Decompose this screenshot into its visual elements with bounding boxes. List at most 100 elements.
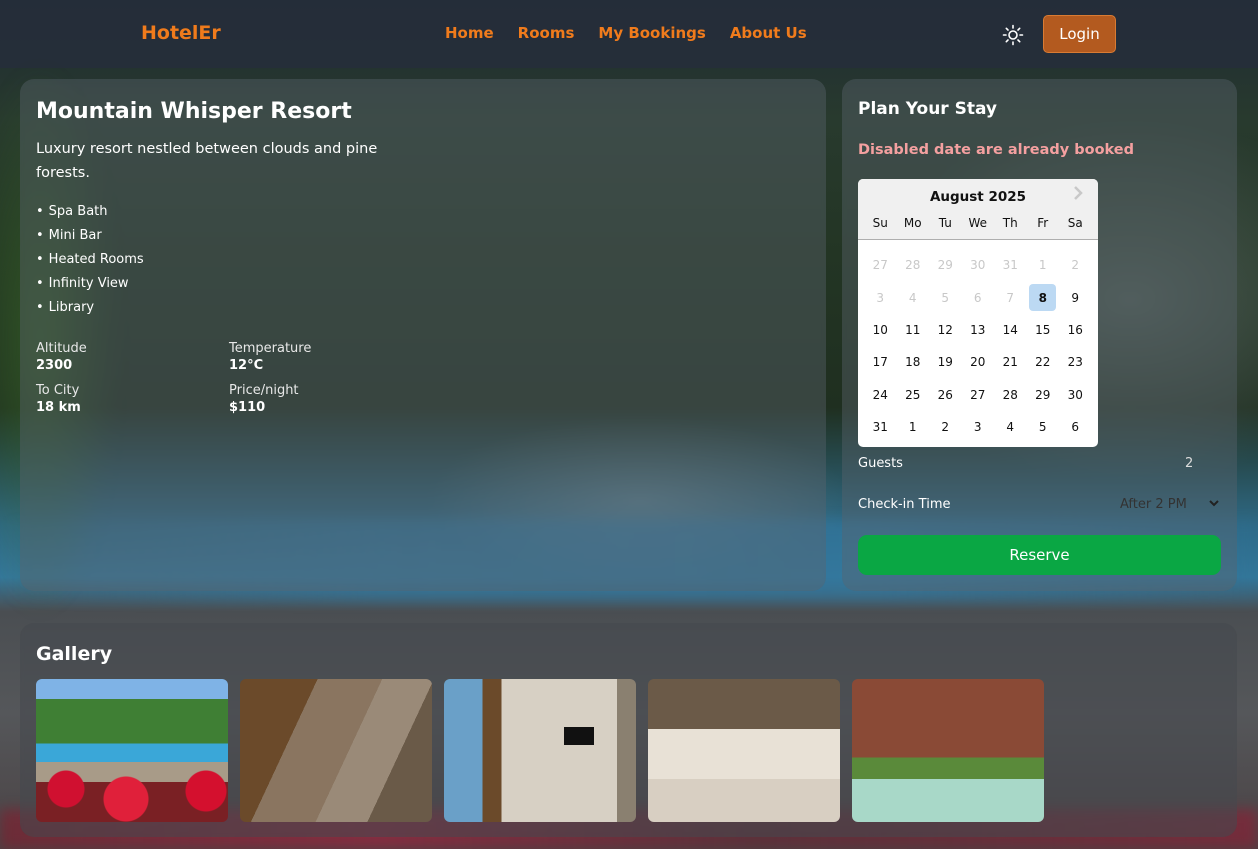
calendar-days: 27 28 29 30 31 1 2 3 4 5 6 7 8 9 10 11 1… [864, 249, 1092, 443]
calendar-day[interactable]: 10 [864, 314, 897, 346]
plan-your-stay-title: Plan Your Stay [858, 99, 998, 119]
resort-description: Luxury resort nestled between clouds and… [36, 141, 378, 181]
resort-stats: Altitude 2300 Temperature 12°C To City 1… [36, 340, 422, 416]
stat-label: To City [36, 383, 80, 398]
calendar-day[interactable]: 5 [1027, 411, 1060, 443]
calendar-day[interactable]: 27 [962, 379, 995, 411]
gallery-image-terrace[interactable] [852, 679, 1044, 822]
calendar-header: August 2025 Su Mo Tu We Th Fr Sa [858, 179, 1098, 240]
calendar-day[interactable]: 3 [962, 411, 995, 443]
calendar-day-number: 8 [1038, 290, 1047, 305]
calendar-day[interactable]: 15 [1027, 314, 1060, 346]
amenity-item: Mini Bar [36, 224, 144, 248]
stat-label: Price/night [229, 383, 299, 398]
stat-altitude: Altitude 2300 [36, 340, 229, 374]
calendar-day-disabled: 31 [1002, 258, 1018, 273]
calendar-day[interactable]: 25 [897, 379, 930, 411]
calendar-day[interactable]: 30 [1059, 379, 1092, 411]
gallery-image-living-room[interactable] [444, 679, 636, 822]
calendar-day[interactable]: 1 [897, 411, 930, 443]
amenity-item: Infinity View [36, 272, 144, 296]
gallery-title: Gallery [36, 643, 113, 665]
calendar-day[interactable]: 23 [1059, 346, 1092, 378]
brand-logo[interactable]: HotelEr [141, 22, 221, 44]
guests-label: Guests [858, 456, 903, 471]
resort-title: Mountain Whisper Resort [36, 99, 352, 124]
calendar-day-disabled: 1 [1038, 258, 1047, 273]
calendar-day-disabled: 29 [937, 258, 953, 273]
calendar-day[interactable]: 24 [864, 379, 897, 411]
weekday-label: Fr [1037, 216, 1049, 230]
weekday-label: Sa [1067, 216, 1083, 230]
theme-toggle-sun-icon[interactable] [1002, 24, 1024, 46]
amenities-list: Spa Bath Mini Bar Heated Rooms Infinity … [36, 200, 144, 320]
stat-label: Temperature [229, 341, 312, 356]
stat-value: 18 km [36, 400, 81, 415]
calendar-day[interactable]: 14 [994, 314, 1027, 346]
calendar-day[interactable]: 12 [929, 314, 962, 346]
nav-home[interactable]: Home [445, 24, 494, 42]
reserve-button[interactable]: Reserve [858, 535, 1221, 575]
weekday-label: Mo [903, 216, 922, 230]
calendar-month-label: August 2025 [929, 189, 1027, 205]
guests-input[interactable]: 2 [1185, 456, 1193, 471]
chevron-down-icon [1208, 497, 1220, 513]
calendar-day[interactable]: 21 [994, 346, 1027, 378]
stat-price-night: Price/night $110 [229, 382, 422, 416]
weekday-label: We [968, 216, 988, 230]
calendar-day[interactable]: 17 [864, 346, 897, 378]
stat-to-city: To City 18 km [36, 382, 229, 416]
resort-details-panel: Mountain Whisper Resort Luxury resort ne… [20, 79, 826, 591]
calendar-day[interactable]: 6 [1059, 411, 1092, 443]
gallery-image-pool[interactable] [36, 679, 228, 822]
booking-panel: Plan Your Stay Disabled date are already… [842, 79, 1237, 591]
calendar-day[interactable]: 26 [929, 379, 962, 411]
calendar-day[interactable]: 19 [929, 346, 962, 378]
calendar-day[interactable]: 4 [994, 411, 1027, 443]
nav-about-us[interactable]: About Us [730, 24, 807, 42]
checkin-time-select[interactable]: After 2 PM [1120, 497, 1220, 513]
calendar-day[interactable]: 18 [897, 346, 930, 378]
calendar-weekdays: Su Mo Tu We Th Fr Sa [864, 216, 1092, 230]
checkin-time-label: Check-in Time [858, 497, 951, 512]
calendar-day-selected[interactable]: 8 [1027, 281, 1060, 313]
stat-label: Altitude [36, 341, 87, 356]
gallery-thumbnails [36, 679, 1044, 822]
date-picker-calendar: August 2025 Su Mo Tu We Th Fr Sa 27 28 2… [858, 179, 1098, 447]
nav-my-bookings[interactable]: My Bookings [598, 24, 705, 42]
calendar-day[interactable]: 22 [1027, 346, 1060, 378]
calendar-day[interactable]: 28 [994, 379, 1027, 411]
calendar-day[interactable]: 11 [897, 314, 930, 346]
stat-value: 12°C [229, 358, 264, 373]
main-nav: Home Rooms My Bookings About Us [445, 24, 807, 42]
amenity-item: Spa Bath [36, 200, 144, 224]
calendar-day[interactable]: 2 [929, 411, 962, 443]
calendar-day[interactable]: 16 [1059, 314, 1092, 346]
calendar-day-disabled: 4 [908, 290, 917, 305]
stat-value: 2300 [36, 358, 73, 373]
stat-temperature: Temperature 12°C [229, 340, 422, 374]
calendar-day-disabled: 7 [1006, 290, 1015, 305]
gallery-image-bedroom[interactable] [648, 679, 840, 822]
calendar-day-disabled: 2 [1071, 258, 1080, 273]
calendar-day-disabled: 30 [970, 258, 986, 273]
gallery-image-patio[interactable] [240, 679, 432, 822]
stat-value: $110 [229, 400, 266, 415]
weekday-label: Su [872, 216, 888, 230]
calendar-day-disabled: 27 [872, 258, 888, 273]
booked-dates-note: Disabled date are already booked [858, 142, 1135, 158]
amenity-item: Library [36, 296, 144, 320]
calendar-day[interactable]: 29 [1027, 379, 1060, 411]
calendar-day-disabled: 28 [905, 258, 921, 273]
checkin-time-value: After 2 PM [1120, 497, 1187, 512]
top-nav-bar: HotelEr Home Rooms My Bookings About Us … [0, 0, 1258, 68]
calendar-day[interactable]: 20 [962, 346, 995, 378]
login-button[interactable]: Login [1043, 15, 1116, 53]
calendar-day-disabled: 3 [876, 290, 885, 305]
calendar-day[interactable]: 31 [864, 411, 897, 443]
chevron-right-icon[interactable] [1070, 185, 1086, 201]
nav-rooms[interactable]: Rooms [518, 24, 575, 42]
calendar-day[interactable]: 9 [1059, 281, 1092, 313]
calendar-day[interactable]: 13 [962, 314, 995, 346]
calendar-day-disabled: 6 [973, 290, 982, 305]
